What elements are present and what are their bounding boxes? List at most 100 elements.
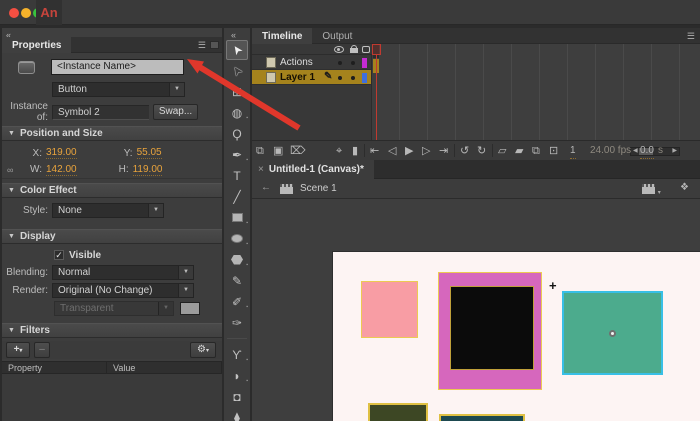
playhead-marker[interactable] bbox=[372, 44, 381, 55]
polystar-tool-icon[interactable]: ▪ bbox=[224, 249, 250, 270]
onion-skin-button[interactable]: ▱ bbox=[498, 144, 506, 158]
3d-rotation-tool-icon[interactable]: ◍▪ bbox=[224, 102, 250, 123]
onion-skin-outlines-button[interactable]: ▰ bbox=[515, 144, 523, 158]
delete-layer-button[interactable]: ⌦ bbox=[290, 144, 306, 158]
new-folder-button[interactable]: ▣ bbox=[273, 144, 283, 158]
timeline-frames[interactable] bbox=[372, 44, 700, 140]
elapsed-time-value[interactable]: 0.0 bbox=[640, 144, 654, 159]
line-tool-icon[interactable]: ╱ bbox=[224, 186, 250, 207]
paint-brush-tool-icon[interactable]: ✑ bbox=[224, 312, 250, 333]
layer-dot[interactable] bbox=[338, 76, 342, 80]
minimize-window-button[interactable] bbox=[21, 8, 31, 18]
document-tab[interactable]: × Untitled-1 (Canvas)* bbox=[252, 160, 374, 179]
tab-properties[interactable]: Properties bbox=[2, 37, 71, 53]
darkteal-rectangle[interactable] bbox=[439, 414, 525, 421]
layer-dot[interactable] bbox=[351, 61, 355, 65]
title-bar: An bbox=[0, 0, 700, 25]
free-transform-tool-icon[interactable]: ⊞▪ bbox=[224, 81, 250, 102]
filter-options-button[interactable]: ⚙▾ bbox=[190, 342, 216, 358]
new-layer-button[interactable]: ⧉ bbox=[256, 144, 264, 158]
x-value[interactable]: 319.00 bbox=[46, 147, 77, 159]
style-dropdown[interactable]: None ▼ bbox=[52, 203, 164, 218]
paint-bucket-tool-icon[interactable]: ◗▪ bbox=[224, 365, 250, 386]
outline-column-icon[interactable] bbox=[362, 46, 370, 53]
layer-outline-color-swatch[interactable] bbox=[362, 73, 367, 83]
section-position-and-size[interactable]: ▼ Position and Size bbox=[2, 126, 222, 141]
slider-right-arrow-icon[interactable]: ▶ bbox=[672, 147, 677, 154]
layer-outline-color-swatch[interactable] bbox=[362, 58, 367, 68]
play-button[interactable]: ▶ bbox=[405, 144, 413, 158]
collapse-tools-button[interactable]: « bbox=[231, 30, 235, 40]
filters-table-body bbox=[2, 374, 222, 421]
close-document-icon[interactable]: × bbox=[258, 164, 264, 175]
panel-menu-icon[interactable]: ☰ bbox=[687, 31, 695, 42]
render-dropdown[interactable]: Original (No Change) ▼ bbox=[52, 283, 194, 298]
transformation-point-icon[interactable] bbox=[609, 330, 616, 337]
w-value[interactable]: 142.00 bbox=[46, 164, 77, 176]
swap-button[interactable]: Swap... bbox=[153, 104, 198, 120]
tool-list: ➤➤⊞▪◍▪Ϙ✒▪T╱▪▪▪✎✐▪✑Ƴ▪◗▪◘⧫ bbox=[224, 40, 250, 421]
center-frame-button[interactable]: ⌖ bbox=[336, 144, 342, 158]
add-filter-button[interactable]: +▾ bbox=[6, 342, 30, 358]
pencil-tool-icon[interactable]: ✎ bbox=[224, 270, 250, 291]
edit-multiple-frames-button[interactable]: ⧉ bbox=[532, 144, 540, 158]
step-back-button[interactable]: ◁ bbox=[388, 144, 396, 158]
step-forward-button[interactable]: ▷ bbox=[422, 144, 430, 158]
symbol-behavior-dropdown[interactable]: Button ▼ bbox=[52, 82, 185, 97]
slider-left-arrow-icon[interactable]: ◀ bbox=[633, 147, 638, 154]
eyedropper-tool-icon[interactable]: ⧫ bbox=[224, 407, 250, 421]
tab-timeline[interactable]: Timeline bbox=[252, 28, 312, 44]
loop-playback-button[interactable]: ↺ bbox=[460, 144, 469, 158]
section-filters[interactable]: ▼ Filters bbox=[2, 323, 222, 338]
oval-tool-icon[interactable]: ▪ bbox=[224, 228, 250, 249]
y-value[interactable]: 55.05 bbox=[137, 147, 162, 159]
pink-square[interactable] bbox=[361, 281, 418, 338]
olive-rectangle[interactable] bbox=[368, 403, 428, 421]
show-hide-column-icon[interactable] bbox=[334, 46, 344, 53]
layer-row-layer-1[interactable]: Layer 1✎ bbox=[252, 70, 371, 85]
breadcrumb-scene[interactable]: Scene 1 bbox=[300, 183, 337, 194]
back-arrow-icon[interactable]: ← bbox=[261, 182, 271, 193]
triangle-down-icon: ▼ bbox=[8, 327, 15, 334]
blending-dropdown[interactable]: Normal ▼ bbox=[52, 265, 194, 280]
property-column-header[interactable]: Property bbox=[2, 362, 107, 373]
instance-name-input[interactable]: <Instance Name> bbox=[51, 59, 184, 75]
layer-dot[interactable] bbox=[338, 61, 342, 65]
document-title: Untitled-1 (Canvas)* bbox=[269, 164, 364, 175]
go-to-last-frame-button[interactable]: ⇥ bbox=[439, 144, 448, 158]
brush-tool-icon[interactable]: ✐▪ bbox=[224, 291, 250, 312]
layer-dot[interactable] bbox=[351, 76, 355, 80]
section-color-effect[interactable]: ▼ Color Effect bbox=[2, 183, 222, 198]
layer-list: ActionsLayer 1✎ bbox=[252, 55, 372, 140]
ink-bottle-tool-icon[interactable]: ◘ bbox=[224, 386, 250, 407]
stage[interactable]: + bbox=[333, 252, 700, 421]
tab-output[interactable]: Output bbox=[312, 28, 362, 44]
loop-button[interactable]: ▮ bbox=[352, 144, 358, 158]
close-window-button[interactable] bbox=[9, 8, 19, 18]
modify-markers-button[interactable]: ⊡ bbox=[549, 144, 558, 158]
panel-menu-icon[interactable]: ☰ bbox=[198, 40, 206, 51]
subselection-tool-icon[interactable]: ➤ bbox=[224, 60, 250, 81]
canvas-pasteboard[interactable]: + bbox=[252, 199, 700, 421]
pen-tool-icon[interactable]: ✒▪ bbox=[224, 144, 250, 165]
go-to-first-frame-button[interactable]: ⇤ bbox=[370, 144, 379, 158]
visible-checkbox[interactable]: ✓ bbox=[54, 250, 64, 260]
h-value[interactable]: 119.00 bbox=[133, 164, 163, 176]
value-column-header[interactable]: Value bbox=[107, 362, 222, 373]
play-range-button[interactable]: ↻ bbox=[477, 144, 486, 158]
lock-column-icon[interactable] bbox=[350, 48, 358, 53]
edit-scene-button[interactable]: ▾ bbox=[642, 184, 661, 197]
timeline-zoom-slider[interactable]: ◀ ▶ bbox=[630, 147, 680, 156]
rectangle-tool-icon[interactable]: ▪ bbox=[224, 207, 250, 228]
bone-tool-icon[interactable]: Ƴ▪ bbox=[224, 344, 250, 365]
edit-symbols-button[interactable]: ❖ bbox=[680, 182, 689, 193]
lasso-tool-icon[interactable]: Ϙ bbox=[224, 123, 250, 144]
current-frame-value[interactable]: 1 bbox=[570, 144, 576, 159]
section-display[interactable]: ▼ Display bbox=[2, 229, 222, 244]
layer-row-actions[interactable]: Actions bbox=[252, 55, 371, 70]
remove-filter-button[interactable]: ‒ bbox=[34, 342, 50, 358]
text-tool-icon[interactable]: T bbox=[224, 165, 250, 186]
selection-tool-icon[interactable]: ➤ bbox=[226, 40, 248, 60]
constrain-link-icon[interactable]: ∞ bbox=[7, 165, 13, 175]
black-square[interactable] bbox=[450, 286, 534, 370]
